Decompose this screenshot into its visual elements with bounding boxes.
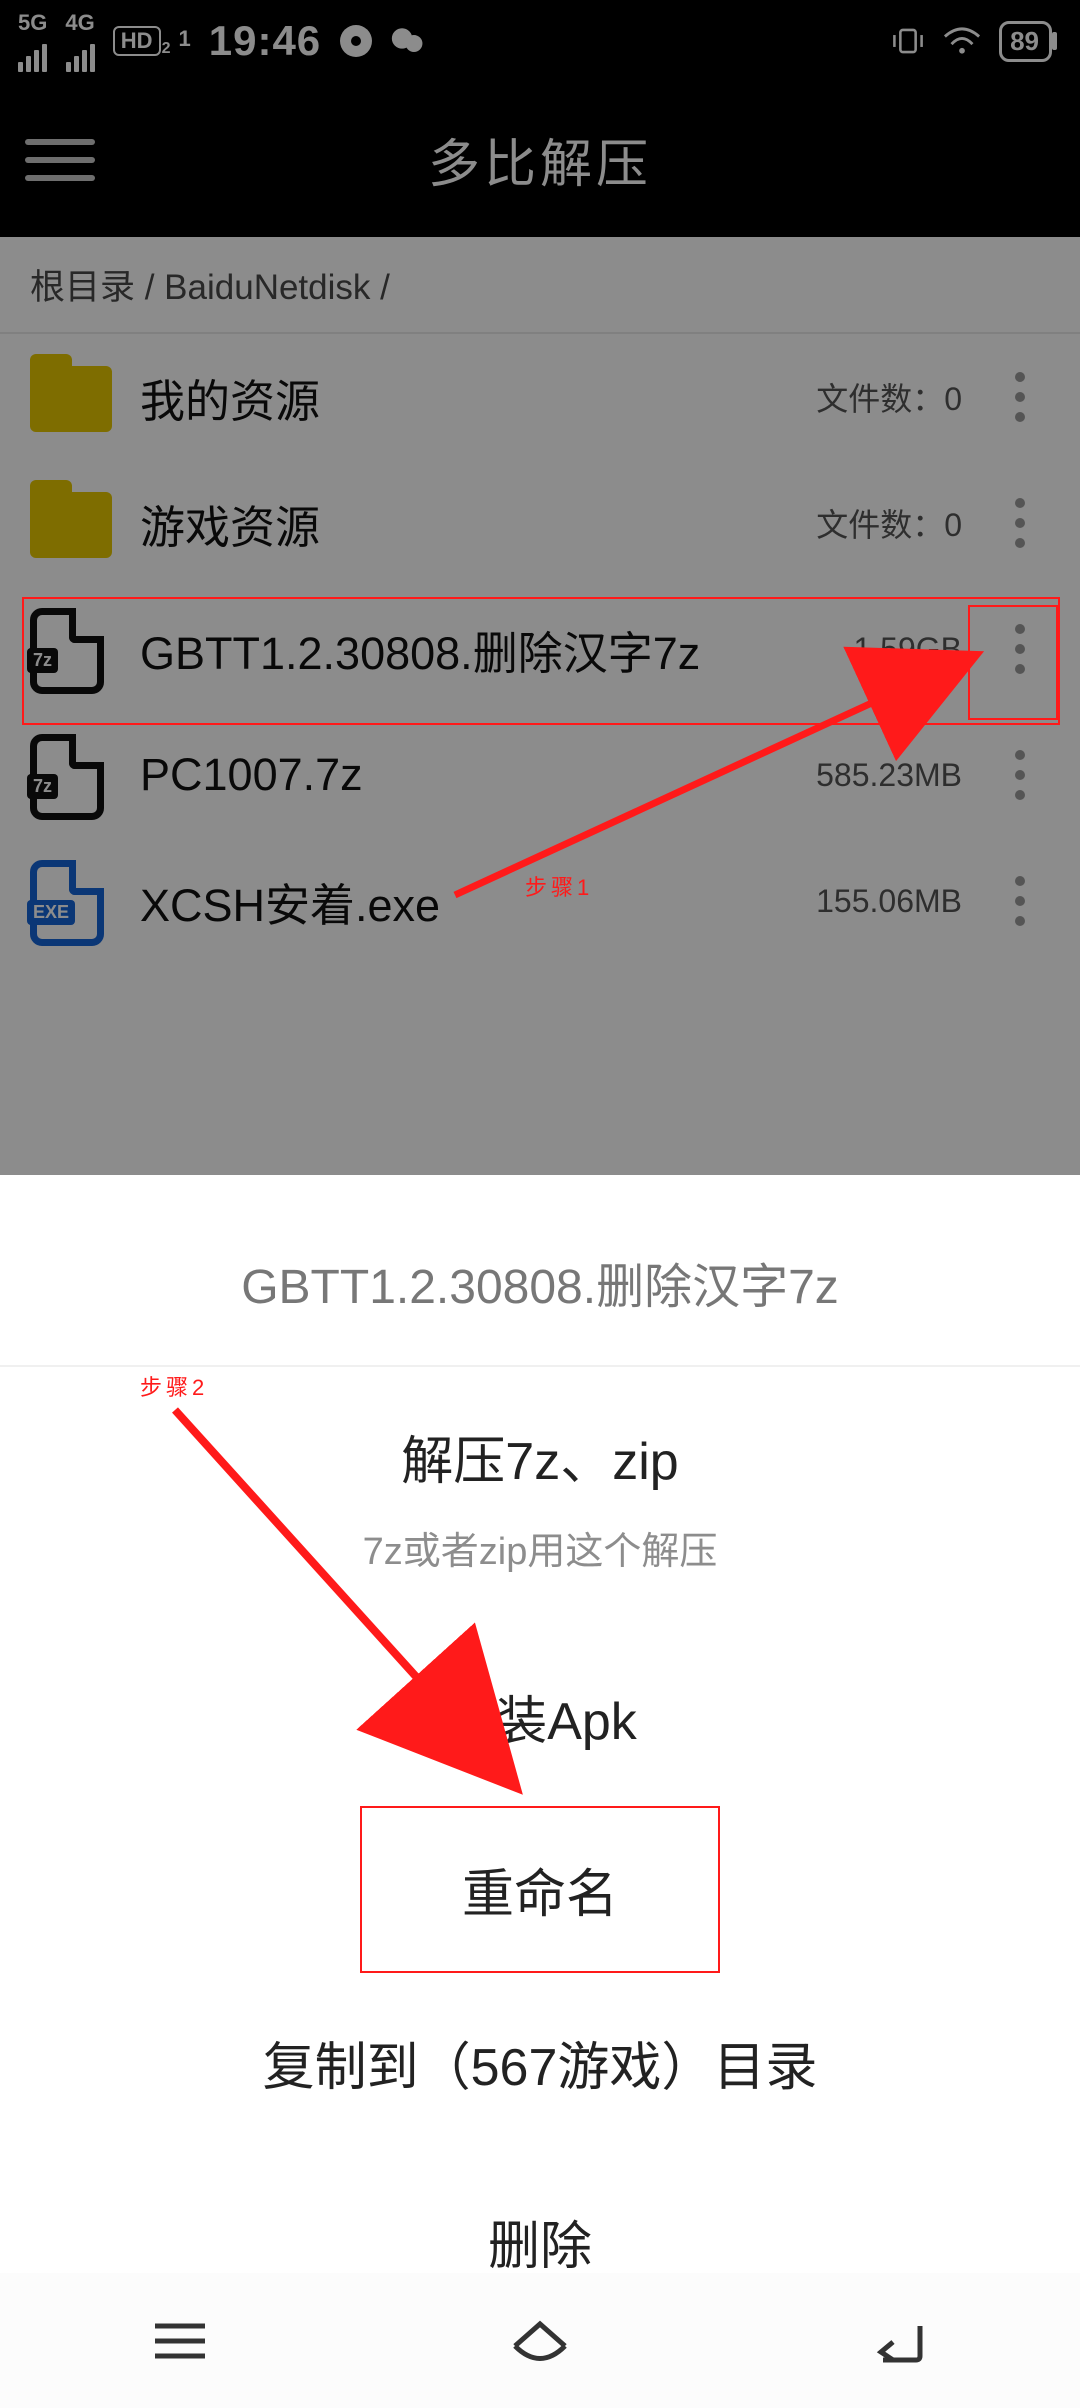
menu-item-label: 复制到（567游戏）目录	[20, 2025, 1060, 2100]
system-nav-bar	[0, 2273, 1080, 2408]
menu-item-sublabel: 7z或者zip用这个解压	[20, 1520, 1060, 1575]
nav-back-icon[interactable]	[865, 2316, 935, 2366]
annotation-step1-label: 步骤1	[525, 870, 593, 902]
nav-home-icon[interactable]	[505, 2316, 575, 2366]
menu-item-label: 解压7z、zip	[20, 1419, 1060, 1494]
menu-item-label: 重命名	[382, 1852, 698, 1927]
modal-overlay[interactable]	[0, 0, 1080, 1175]
sheet-title: GBTT1.2.30808.删除汉字7z	[0, 1175, 1080, 1367]
menu-item-extract[interactable]: 解压7z、zip 7z或者zip用这个解压	[0, 1367, 1080, 1627]
context-menu-sheet: GBTT1.2.30808.删除汉字7z 解压7z、zip 7z或者zip用这个…	[0, 1175, 1080, 2408]
menu-item-install-apk[interactable]: 安装Apk	[0, 1627, 1080, 1806]
annotation-step2-label: 步骤2	[140, 1370, 208, 1402]
menu-item-copy-to[interactable]: 复制到（567游戏）目录	[0, 1973, 1080, 2152]
nav-recent-icon[interactable]	[145, 2316, 215, 2366]
menu-item-rename[interactable]: 重命名	[360, 1806, 720, 1973]
menu-item-label: 删除	[20, 2204, 1060, 2279]
menu-item-label: 安装Apk	[20, 1679, 1060, 1754]
